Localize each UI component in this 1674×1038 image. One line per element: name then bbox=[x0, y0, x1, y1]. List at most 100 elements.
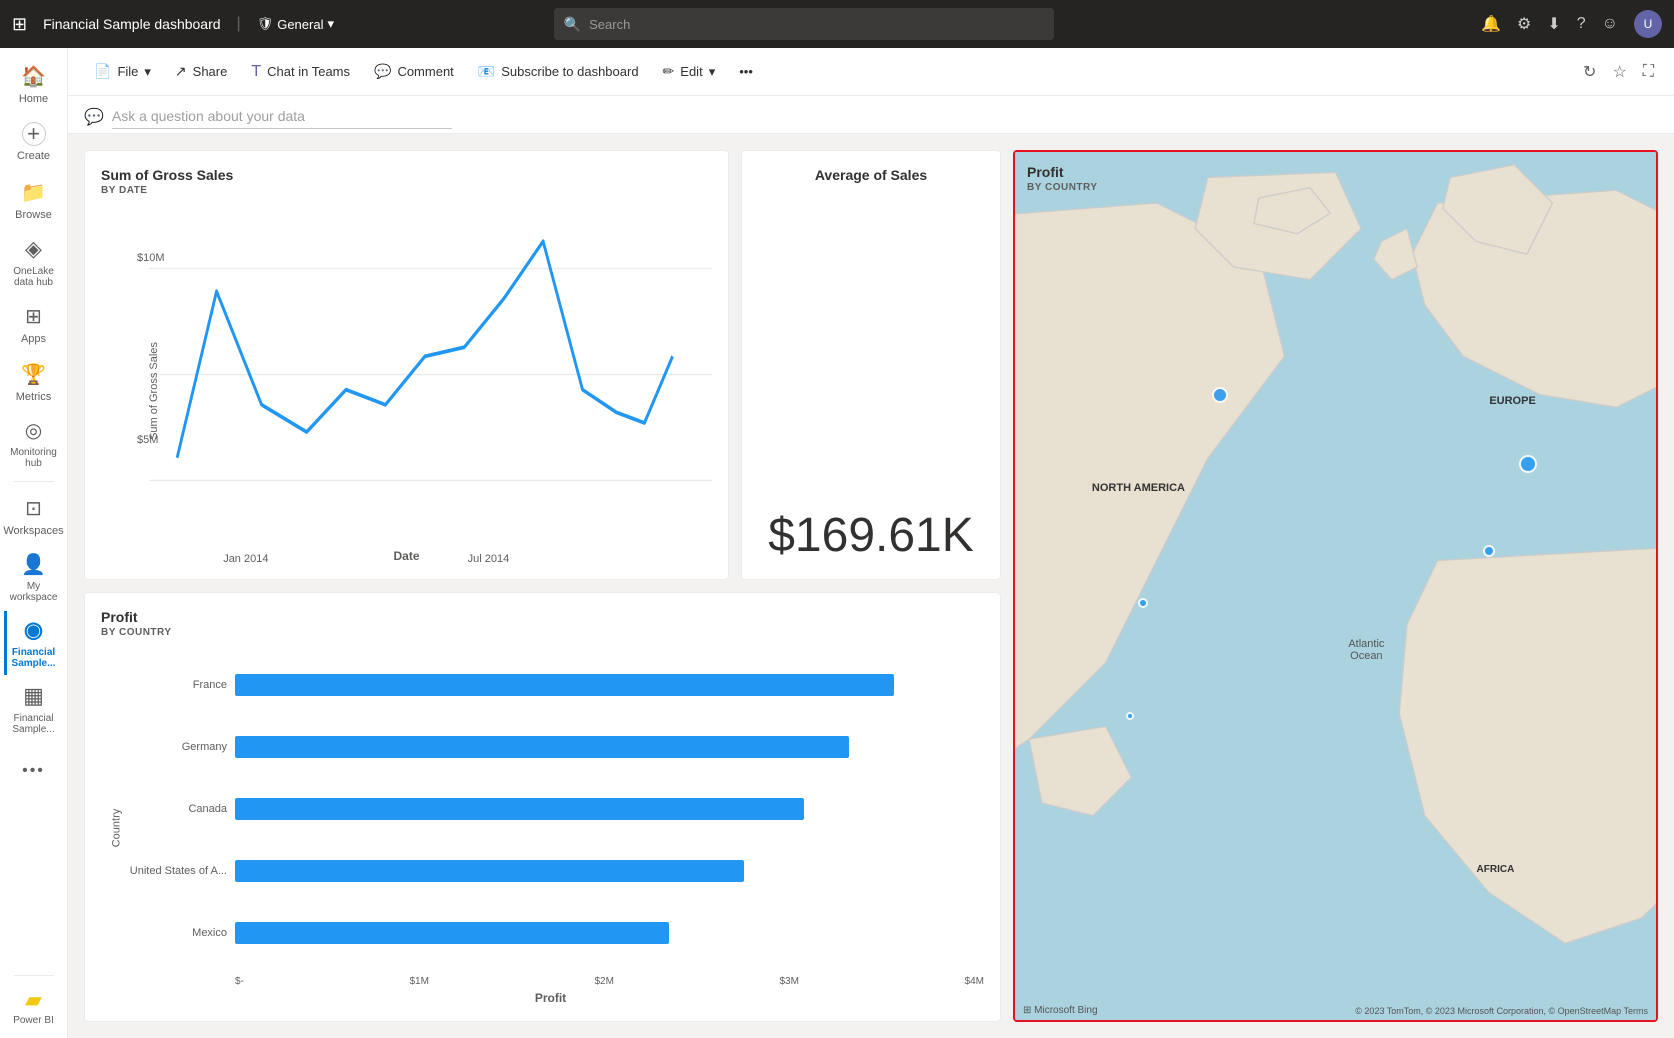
sidebar-item-browse[interactable]: 📁 Browse bbox=[4, 172, 64, 228]
subscribe-button[interactable]: 📧 Subscribe to dashboard bbox=[468, 59, 649, 84]
map-title-overlay: Profit BY COUNTRY bbox=[1027, 164, 1098, 205]
star-icon[interactable]: ☆ bbox=[1608, 58, 1630, 86]
bar-track-canada bbox=[235, 798, 984, 820]
page-title: Financial Sample dashboard bbox=[43, 16, 220, 32]
share-button[interactable]: ↗ Share bbox=[165, 59, 237, 84]
powerbi-logo: ▰ Power BI bbox=[4, 982, 64, 1030]
bar-label-france: France bbox=[117, 679, 227, 691]
create-icon: + bbox=[22, 122, 46, 146]
bar-label-usa: United States of A... bbox=[117, 865, 227, 877]
gross-chart-container: Sum of Gross Sales $10M $5M Jan 2014 bbox=[101, 208, 712, 573]
onelake-icon: ◈ bbox=[25, 236, 42, 262]
ask-icon: 💬 bbox=[84, 107, 104, 127]
bar-label-mexico: Mexico bbox=[117, 927, 227, 939]
map-content: Profit BY COUNTRY bbox=[1015, 152, 1656, 1020]
settings-icon[interactable]: ⚙ bbox=[1517, 14, 1531, 34]
x-tick-0: $- bbox=[235, 976, 244, 987]
sidebar: 🏠 Home + Create 📁 Browse ◈ OneLakedata h… bbox=[0, 48, 68, 1038]
teams-icon: T bbox=[251, 63, 261, 81]
chat-in-teams-button[interactable]: T Chat in Teams bbox=[241, 59, 360, 85]
separator: | bbox=[237, 15, 241, 33]
sidebar-item-workspaces[interactable]: ⊡ Workspaces bbox=[4, 488, 64, 544]
bar-row-usa: United States of A... bbox=[117, 860, 984, 882]
file-chevron: ▾ bbox=[144, 64, 151, 80]
chevron-down-icon: ▾ bbox=[327, 16, 334, 32]
bar-fill-usa bbox=[235, 860, 744, 882]
refresh-icon[interactable]: ↻ bbox=[1579, 58, 1600, 86]
financial2-icon: ▦ bbox=[23, 683, 44, 709]
sidebar-bottom-divider bbox=[14, 975, 54, 976]
x-tick-4m: $4M bbox=[965, 976, 984, 987]
more-button[interactable]: ••• bbox=[729, 60, 763, 83]
notification-icon[interactable]: 🔔 bbox=[1481, 14, 1501, 34]
bar-track-france bbox=[235, 674, 984, 696]
monitoring-icon: ◎ bbox=[25, 418, 42, 443]
sidebar-item-myworkspace[interactable]: 👤 Myworkspace bbox=[4, 546, 64, 609]
profit-y-label: Country bbox=[110, 808, 122, 847]
sidebar-item-apps[interactable]: ⊞ Apps bbox=[4, 296, 64, 352]
financial-active-icon: ◉ bbox=[24, 617, 43, 643]
sidebar-item-create[interactable]: + Create bbox=[4, 114, 64, 170]
bar-track-mexico bbox=[235, 922, 984, 944]
file-button[interactable]: 📄 File ▾ bbox=[84, 59, 161, 84]
workspace-badge[interactable]: 🛡 General ▾ bbox=[257, 16, 334, 32]
x-tick-jul2014: Jul 2014 bbox=[468, 553, 510, 565]
face-icon[interactable]: ☺ bbox=[1602, 15, 1618, 33]
apps-icon: ⊞ bbox=[25, 304, 42, 329]
bar-track-germany bbox=[235, 736, 984, 758]
download-icon[interactable]: ⬇ bbox=[1547, 14, 1560, 34]
bar-track-usa bbox=[235, 860, 984, 882]
map-label-atlantic: AtlanticOcean bbox=[1348, 638, 1384, 662]
map-credit: © 2023 TomTom, © 2023 Microsoft Corporat… bbox=[1355, 1006, 1648, 1016]
bar-fill-mexico bbox=[235, 922, 669, 944]
avatar[interactable]: U bbox=[1634, 10, 1662, 38]
profit-country-title: Profit bbox=[101, 609, 984, 625]
bing-logo: ⊞ Microsoft Bing bbox=[1023, 1005, 1098, 1016]
sidebar-item-financial[interactable]: ◉ FinancialSample... bbox=[4, 611, 64, 675]
topbar-icons: 🔔 ⚙ ⬇ ? ☺ U bbox=[1481, 10, 1662, 38]
myworkspace-icon: 👤 bbox=[21, 552, 46, 577]
sidebar-item-metrics[interactable]: 🏆 Metrics bbox=[4, 354, 64, 410]
bar-row-france: France bbox=[117, 674, 984, 696]
help-icon[interactable]: ? bbox=[1577, 15, 1586, 33]
metrics-icon: 🏆 bbox=[21, 362, 46, 387]
tile-gross-title: Sum of Gross Sales bbox=[101, 167, 712, 183]
tile-gross-sales: Sum of Gross Sales BY DATE Sum of Gross … bbox=[84, 150, 729, 580]
search-icon: 🔍 bbox=[564, 16, 581, 33]
x-tick-jan2014: Jan 2014 bbox=[223, 553, 268, 565]
bar-fill-canada bbox=[235, 798, 804, 820]
file-icon: 📄 bbox=[94, 63, 111, 80]
bar-fill-france bbox=[235, 674, 894, 696]
more-icon: ••• bbox=[22, 762, 45, 780]
ask-input[interactable] bbox=[112, 104, 452, 129]
comment-icon: 💬 bbox=[374, 63, 391, 80]
sidebar-item-onelake[interactable]: ◈ OneLakedata hub bbox=[4, 230, 64, 294]
sidebar-item-home[interactable]: 🏠 Home bbox=[4, 56, 64, 112]
search-bar[interactable]: 🔍 bbox=[554, 8, 1054, 40]
tile-profit-country: Profit BY COUNTRY Country France bbox=[84, 592, 1001, 1022]
sidebar-item-monitoring[interactable]: ◎ Monitoringhub bbox=[4, 412, 64, 475]
bar-label-germany: Germany bbox=[117, 741, 227, 753]
edit-button[interactable]: ✏ Edit ▾ bbox=[653, 59, 726, 84]
comment-button[interactable]: 💬 Comment bbox=[364, 59, 464, 84]
tile-avg-sales: Average of Sales $169.61K bbox=[741, 150, 1001, 580]
tile-avg-title: Average of Sales bbox=[758, 167, 984, 183]
workspaces-icon: ⊡ bbox=[25, 496, 42, 521]
edit-chevron: ▾ bbox=[709, 64, 716, 80]
gross-y-label: Sum of Gross Sales bbox=[148, 342, 160, 440]
sidebar-item-financial2[interactable]: ▦ FinancialSample... bbox=[4, 677, 64, 741]
toolbar: 📄 File ▾ ↗ Share T Chat in Teams 💬 Comme… bbox=[68, 48, 1674, 96]
edit-icon: ✏ bbox=[663, 63, 675, 80]
grid-icon[interactable]: ⊞ bbox=[12, 14, 27, 35]
sidebar-item-more[interactable]: ••• bbox=[4, 743, 64, 799]
profit-country-subtitle: BY COUNTRY bbox=[101, 627, 984, 638]
dashboard-grid: Sum of Gross Sales BY DATE Sum of Gross … bbox=[68, 134, 1674, 1038]
search-input[interactable] bbox=[589, 17, 1044, 32]
bar-row-canada: Canada bbox=[117, 798, 984, 820]
toolbar-right: ↻ ☆ ⛶ bbox=[1579, 58, 1658, 86]
fullscreen-icon[interactable]: ⛶ bbox=[1639, 59, 1658, 85]
subscribe-icon: 📧 bbox=[478, 63, 495, 80]
powerbi-icon: ▰ bbox=[25, 987, 42, 1013]
profit-bar-container: Country France Germany bbox=[101, 650, 984, 1005]
bar-rows: France Germany bbox=[117, 650, 984, 976]
